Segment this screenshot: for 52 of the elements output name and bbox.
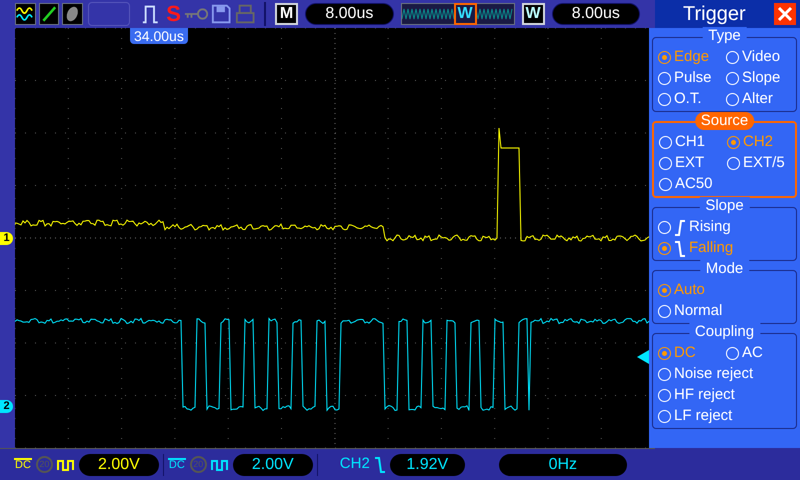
group-title: Coupling bbox=[688, 323, 760, 341]
group-title: Slope bbox=[699, 197, 750, 215]
waveform-overview[interactable]: W bbox=[400, 3, 515, 25]
pulse-icon[interactable] bbox=[140, 3, 160, 25]
trigger-position-label[interactable]: 34.00us bbox=[130, 28, 188, 44]
option-label[interactable]: Rising bbox=[689, 216, 731, 239]
trigger-source-label: CH2 bbox=[340, 454, 370, 474]
run-mode-label[interactable]: S bbox=[166, 3, 181, 25]
coupling-label[interactable]: DC bbox=[168, 458, 186, 471]
waveform-icon[interactable] bbox=[15, 3, 36, 25]
window-timebase-value: 8.00us bbox=[552, 3, 640, 25]
menu-button[interactable]: M bbox=[274, 3, 298, 25]
coupling-label[interactable]: DC bbox=[14, 458, 32, 471]
radio-button[interactable] bbox=[658, 284, 671, 297]
radio-button[interactable] bbox=[658, 51, 671, 64]
option-label[interactable]: AC50 bbox=[675, 173, 713, 196]
timebase-value: 8.00us bbox=[305, 3, 394, 25]
radio-button[interactable] bbox=[658, 347, 671, 360]
window-button[interactable]: W bbox=[522, 3, 545, 25]
option-label[interactable]: Video bbox=[742, 46, 780, 69]
persistence-icon[interactable] bbox=[62, 3, 83, 25]
falling-edge-icon bbox=[674, 240, 686, 256]
close-icon[interactable] bbox=[774, 3, 796, 25]
group-title: Source bbox=[694, 112, 754, 130]
group-title: Type bbox=[702, 27, 747, 45]
option-label[interactable]: EXT bbox=[675, 152, 704, 175]
option-label[interactable]: CH1 bbox=[675, 131, 706, 154]
option-label[interactable]: O.T. bbox=[674, 88, 702, 111]
option-label[interactable]: LF reject bbox=[674, 405, 732, 428]
pulse-icon bbox=[56, 458, 75, 470]
panel-title: Trigger bbox=[683, 2, 746, 27]
trigger-level-value: 1.92V bbox=[390, 454, 465, 476]
channel-marker[interactable]: 2 bbox=[0, 400, 13, 413]
option-label[interactable]: EXT/5 bbox=[743, 152, 785, 175]
option-label[interactable]: AC bbox=[742, 342, 763, 365]
falling-edge-icon bbox=[374, 456, 386, 472]
save-icon[interactable] bbox=[211, 3, 232, 25]
option-label[interactable]: Alter bbox=[742, 88, 773, 111]
radio-button[interactable] bbox=[658, 242, 671, 255]
option-label[interactable]: Normal bbox=[674, 300, 722, 323]
channel-marker[interactable]: 1 bbox=[0, 232, 13, 245]
rising-edge-icon bbox=[674, 220, 686, 236]
zoom-window-marker[interactable]: W bbox=[454, 3, 477, 25]
volts-per-division: 2.00V bbox=[78, 454, 159, 476]
radio-button[interactable] bbox=[727, 136, 740, 149]
option-label[interactable]: Noise reject bbox=[674, 363, 754, 386]
volts-per-division: 2.00V bbox=[232, 454, 313, 476]
option-label[interactable]: Pulse bbox=[674, 67, 712, 90]
option-label[interactable]: HF reject bbox=[674, 384, 735, 407]
option-label[interactable]: Slope bbox=[742, 67, 780, 90]
frequency-value: 0Hz bbox=[498, 454, 627, 476]
pulse-icon bbox=[210, 458, 229, 470]
